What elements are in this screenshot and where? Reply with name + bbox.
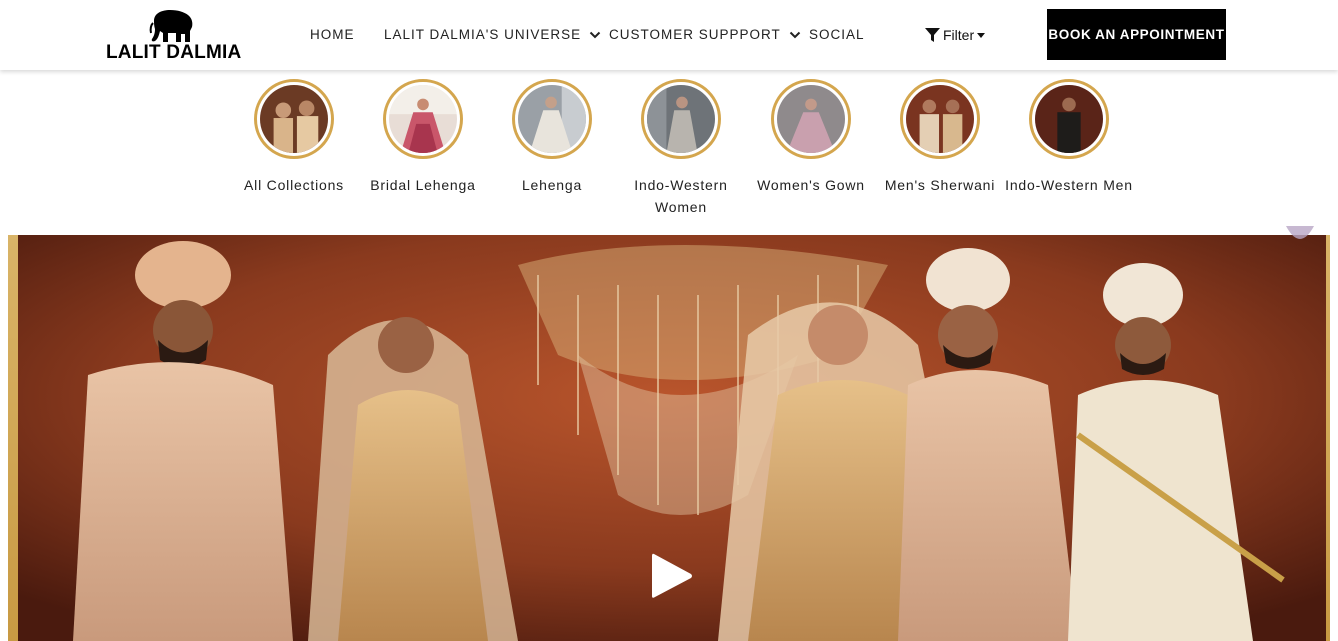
category-label: Indo-Western Women <box>634 177 728 215</box>
category-label: All Collections <box>244 177 344 193</box>
category-indo-western-women[interactable]: Indo-Western Women <box>611 79 751 218</box>
category-label: Bridal Lehenga <box>370 177 476 193</box>
nav-social[interactable]: SOCIAL <box>809 27 865 42</box>
category-womens-gown[interactable]: Women's Gown <box>741 79 881 196</box>
category-thumbnail <box>641 79 721 159</box>
category-label: Men's Sherwani <box>884 177 996 193</box>
category-thumbnail <box>771 79 851 159</box>
category-thumbnail <box>254 79 334 159</box>
nav-customer-support[interactable]: CUSTOMER SUPPPORT <box>609 27 801 42</box>
elephant-icon <box>149 10 193 42</box>
brand-logo[interactable]: LALIT DALMIA <box>106 9 252 63</box>
category-bridal-lehenga[interactable]: Bridal Lehenga <box>353 79 493 196</box>
category-indo-western-men[interactable]: Indo-Western Men <box>999 79 1139 196</box>
category-mens-sherwani[interactable]: Men's Sherwani <box>870 79 1010 196</box>
chevron-down-icon <box>789 31 800 38</box>
category-label: Indo-Western Men <box>1005 177 1133 193</box>
category-thumbnail <box>512 79 592 159</box>
nav-social-label: SOCIAL <box>809 27 865 42</box>
category-thumbnail <box>1029 79 1109 159</box>
site-header: LALIT DALMIA HOME LALIT DALMIA'S UNIVERS… <box>0 0 1338 70</box>
brand-name: LALIT DALMIA <box>106 42 242 63</box>
filter-icon <box>925 28 940 42</box>
nav-universe-label: LALIT DALMIA'S UNIVERSE <box>384 27 582 42</box>
expand-icon[interactable] <box>1284 226 1316 246</box>
category-thumbnail <box>383 79 463 159</box>
category-label: Lehenga <box>521 177 583 193</box>
nav-home[interactable]: HOME <box>310 27 355 42</box>
filter-dropdown[interactable]: Filter <box>925 27 986 43</box>
nav-customer-support-label: CUSTOMER SUPPPORT <box>609 27 781 42</box>
nav-universe[interactable]: LALIT DALMIA'S UNIVERSE <box>384 27 601 42</box>
category-thumbnail <box>900 79 980 159</box>
nav-home-label: HOME <box>310 27 355 42</box>
filter-label: Filter <box>943 27 975 43</box>
book-appointment-button[interactable]: BOOK AN APPOINTMENT <box>1047 9 1226 60</box>
chevron-down-icon <box>589 31 601 38</box>
category-label: Women's Gown <box>757 177 865 193</box>
play-icon[interactable] <box>650 551 694 601</box>
category-lehenga[interactable]: Lehenga <box>482 79 622 196</box>
category-all-collections[interactable]: All Collections <box>224 79 364 196</box>
caret-down-icon <box>977 32 986 38</box>
